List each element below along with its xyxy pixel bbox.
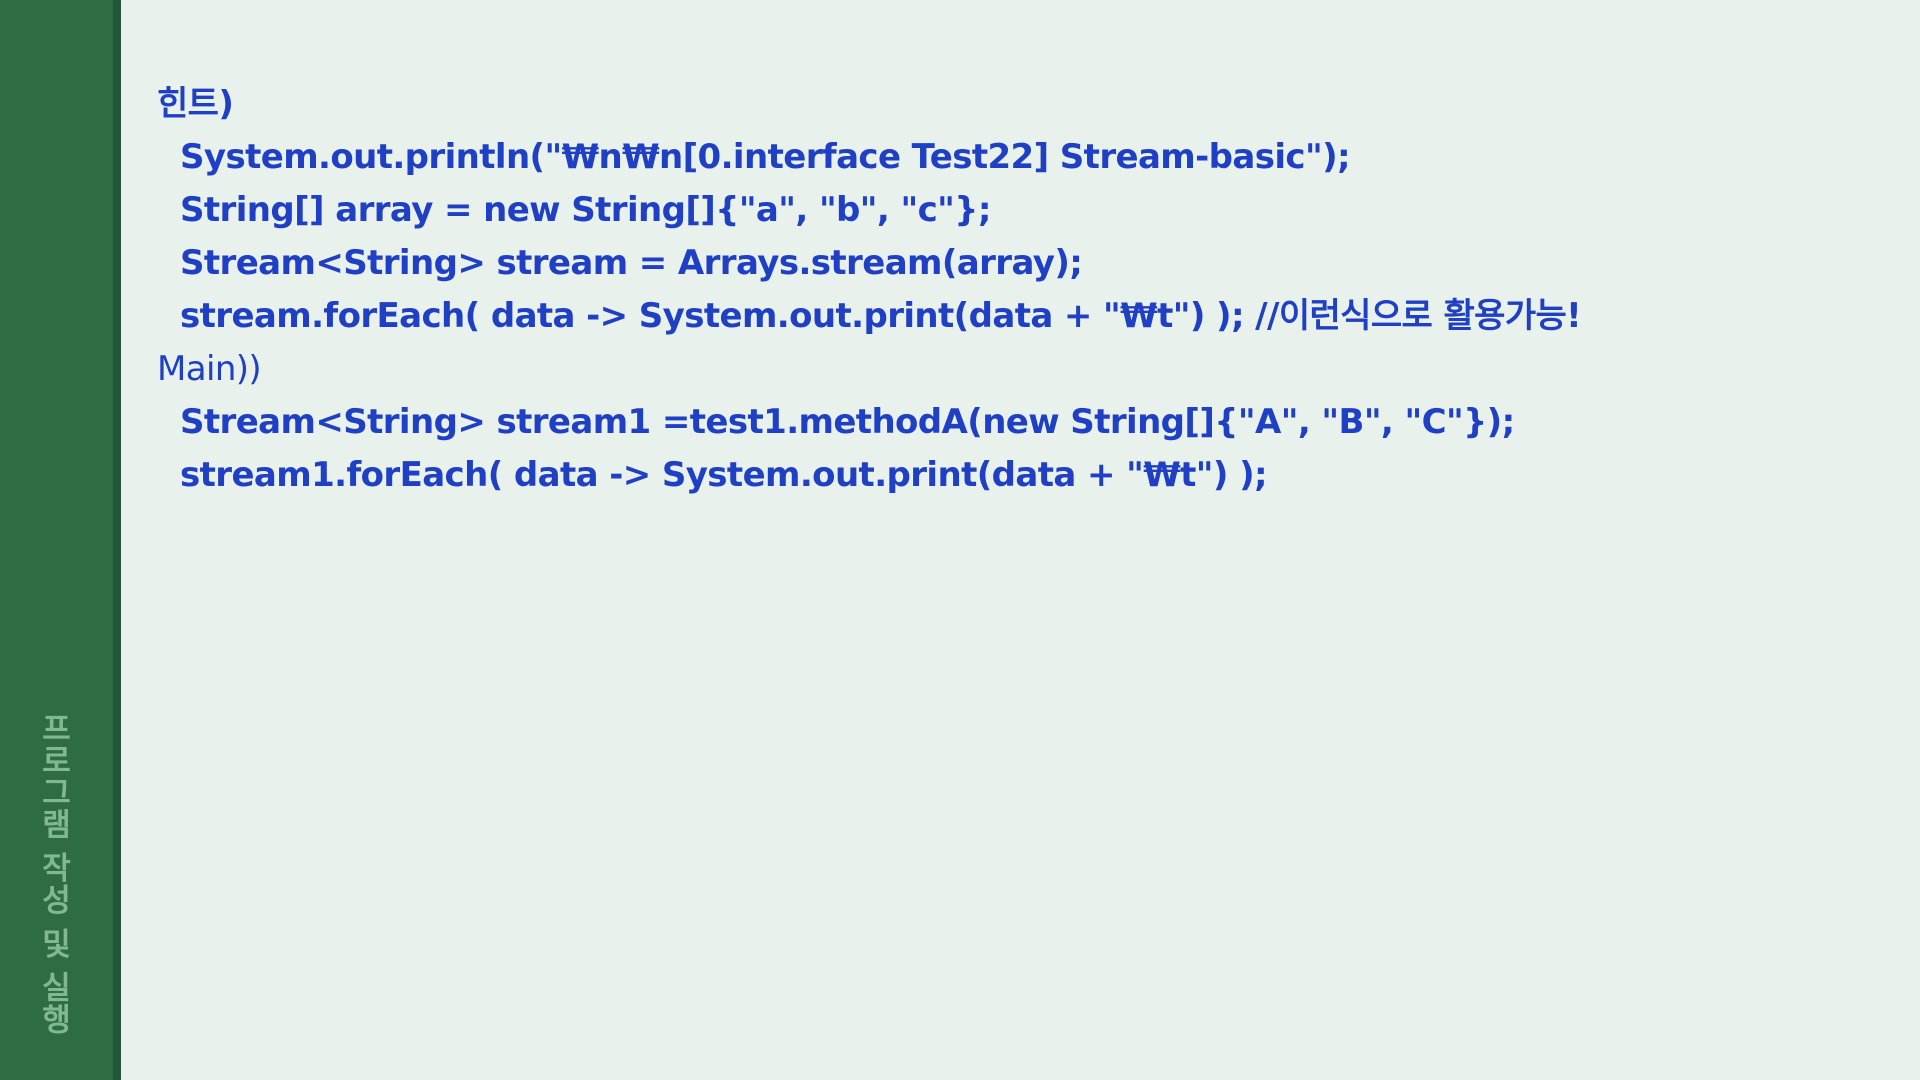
hint-heading: 힌트) xyxy=(157,84,234,124)
main-heading: Main)) xyxy=(157,349,262,389)
hint-code-line-3: Stream<String> stream = Arrays.stream(ar… xyxy=(180,243,1083,283)
main-code-line-1: Stream<String> stream1 =test1.methodA(ne… xyxy=(180,402,1515,442)
slide-content: 힌트) System.out.println("₩n₩n[0.interface… xyxy=(157,78,1877,502)
hint-code-line-1: System.out.println("₩n₩n[0.interface Tes… xyxy=(180,137,1351,177)
sidebar: 프로그램 작성 및 실행 xyxy=(0,0,113,1080)
hint-code-line-4: stream.forEach( data -> System.out.print… xyxy=(180,296,1582,336)
sidebar-title: 프로그램 작성 및 실행 xyxy=(35,712,71,1036)
main-code-line-2: stream1.forEach( data -> System.out.prin… xyxy=(180,455,1268,495)
hint-code-line-2: String[] array = new String[]{"a", "b", … xyxy=(180,190,991,230)
sidebar-edge xyxy=(113,0,121,1080)
